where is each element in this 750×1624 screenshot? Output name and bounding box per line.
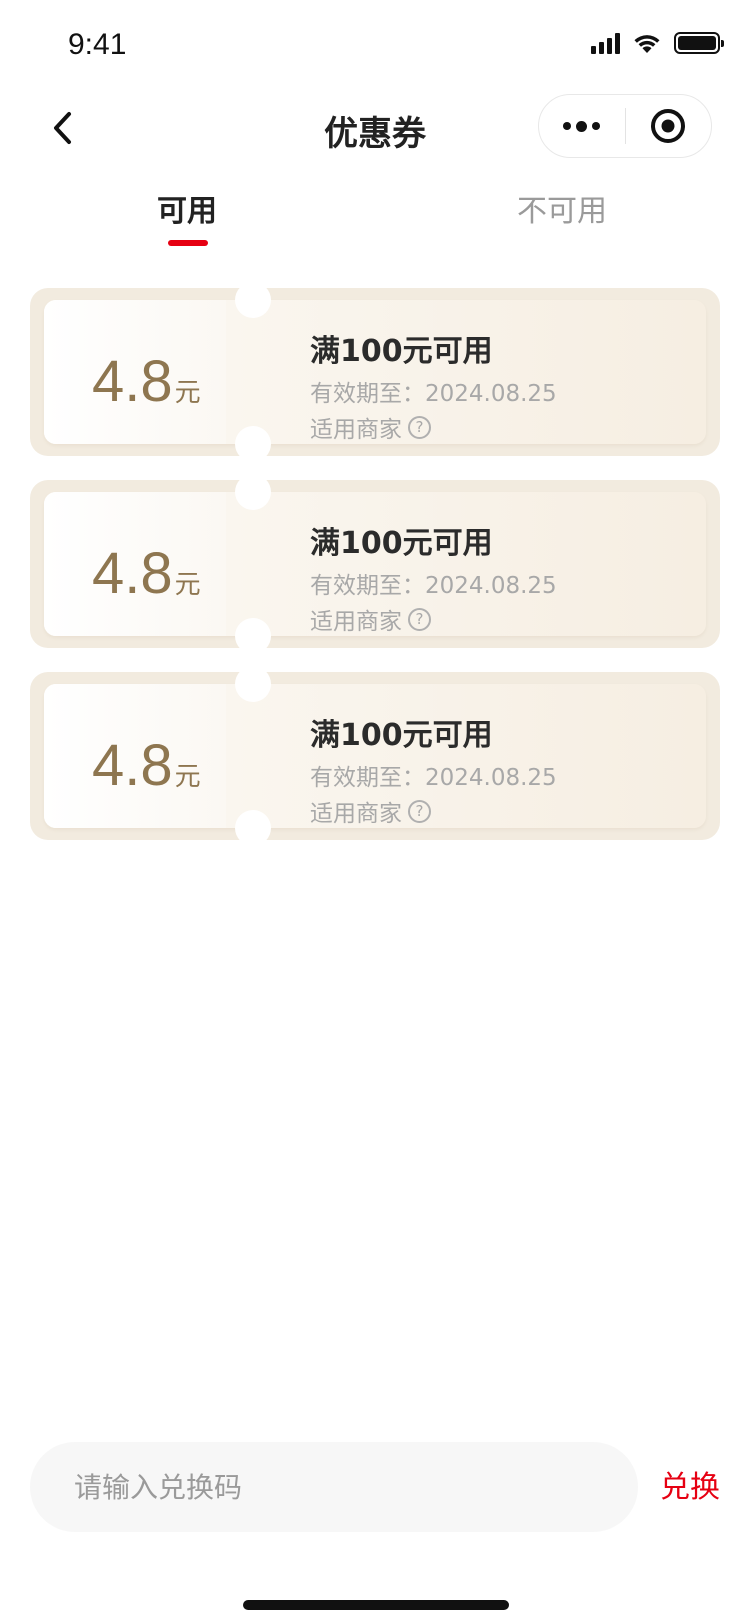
status-bar: 9:41 bbox=[0, 0, 750, 96]
coupon-notch bbox=[235, 474, 271, 510]
coupon-body: 4.8元 满100元可用 有效期至：2024.08.25 适用商家 ? bbox=[44, 666, 706, 846]
coupon-condition: 满100元可用 bbox=[310, 718, 493, 753]
applicable-merchants-label: 适用商家 bbox=[310, 801, 402, 827]
coupon-notch bbox=[235, 666, 271, 702]
coupon-expiry: 有效期至：2024.08.25 bbox=[310, 765, 557, 791]
coupon-list: 4.8元 满100元可用 有效期至：2024.08.25 适用商家 ? 4.8元… bbox=[30, 282, 720, 864]
coupon-body: 4.8元 满100元可用 有效期至：2024.08.25 适用商家 ? bbox=[44, 282, 706, 462]
applicable-merchants-link[interactable]: 适用商家 ? bbox=[310, 794, 431, 828]
coupon-notch bbox=[235, 618, 271, 654]
wifi-icon bbox=[634, 35, 660, 53]
coupon-card[interactable]: 4.8元 满100元可用 有效期至：2024.08.25 适用商家 ? bbox=[30, 666, 720, 846]
question-mark-icon[interactable]: ? bbox=[408, 799, 431, 823]
target-close-icon bbox=[651, 109, 686, 143]
home-indicator bbox=[243, 1600, 509, 1610]
coupon-amount-unit: 元 bbox=[174, 378, 201, 408]
coupon-amount: 4.8元 bbox=[92, 540, 201, 607]
question-mark-icon[interactable]: ? bbox=[408, 415, 431, 439]
coupon-amount-unit: 元 bbox=[174, 762, 201, 792]
coupon-amount-value: 4.8 bbox=[92, 349, 173, 414]
applicable-merchants-label: 适用商家 bbox=[310, 609, 402, 635]
redeem-code-input[interactable] bbox=[30, 1442, 638, 1532]
applicable-merchants-link[interactable]: 适用商家 ? bbox=[310, 602, 431, 636]
question-mark-icon[interactable]: ? bbox=[408, 607, 431, 631]
status-icons bbox=[591, 32, 724, 54]
tab-available[interactable]: 可用 bbox=[87, 186, 287, 230]
more-button[interactable] bbox=[539, 95, 625, 157]
applicable-merchants-link[interactable]: 适用商家 ? bbox=[310, 410, 431, 444]
coupon-notch bbox=[235, 282, 271, 318]
cellular-signal-icon bbox=[591, 32, 620, 54]
coupon-expiry: 有效期至：2024.08.25 bbox=[310, 573, 557, 599]
coupon-condition: 满100元可用 bbox=[310, 334, 493, 369]
coupon-card[interactable]: 4.8元 满100元可用 有效期至：2024.08.25 适用商家 ? bbox=[30, 474, 720, 654]
coupon-amount-unit: 元 bbox=[174, 570, 201, 600]
more-icon bbox=[563, 120, 601, 132]
redeem-button[interactable]: 兑换 bbox=[660, 1462, 720, 1506]
active-tab-indicator bbox=[168, 240, 208, 246]
close-mini-program-button[interactable] bbox=[626, 95, 712, 157]
coupon-amount-value: 4.8 bbox=[92, 733, 173, 798]
redeem-bar: 兑换 bbox=[30, 1442, 720, 1532]
battery-icon bbox=[674, 32, 724, 54]
coupon-notch bbox=[235, 426, 271, 462]
coupon-amount-value: 4.8 bbox=[92, 541, 173, 606]
applicable-merchants-label: 适用商家 bbox=[310, 417, 402, 443]
coupon-tabs: 可用 不可用 bbox=[0, 186, 750, 256]
tab-unavailable[interactable]: 不可用 bbox=[462, 186, 662, 230]
coupon-condition: 满100元可用 bbox=[310, 526, 493, 561]
coupon-card[interactable]: 4.8元 满100元可用 有效期至：2024.08.25 适用商家 ? bbox=[30, 282, 720, 462]
coupon-expiry: 有效期至：2024.08.25 bbox=[310, 381, 557, 407]
coupon-amount: 4.8元 bbox=[92, 348, 201, 415]
mini-program-capsule bbox=[538, 94, 712, 158]
nav-bar: 优惠券 bbox=[0, 88, 750, 172]
coupon-body: 4.8元 满100元可用 有效期至：2024.08.25 适用商家 ? bbox=[44, 474, 706, 654]
status-time: 9:41 bbox=[68, 28, 127, 61]
coupon-notch bbox=[235, 810, 271, 846]
coupon-amount: 4.8元 bbox=[92, 732, 201, 799]
